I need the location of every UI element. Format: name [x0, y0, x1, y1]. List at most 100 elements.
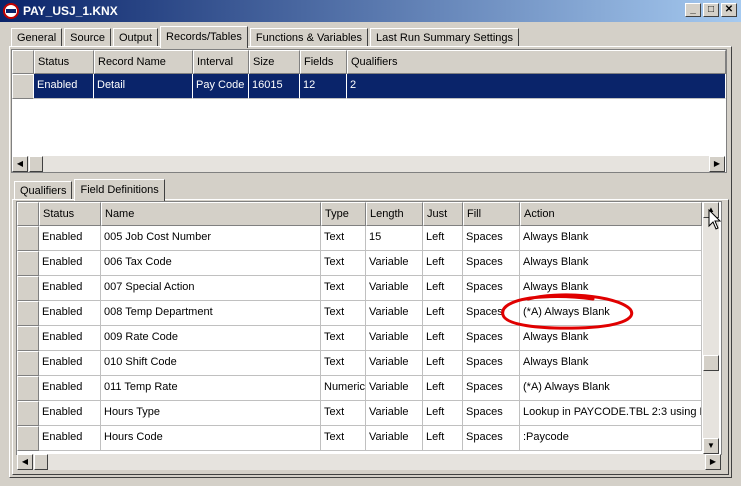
cell-status[interactable]: Enabled	[39, 276, 101, 301]
scroll-right-button[interactable]: ▶	[709, 156, 725, 172]
column-header[interactable]: Record Name	[94, 50, 193, 74]
tab-records-tables[interactable]: Records/Tables	[160, 26, 248, 48]
cell-qualifiers[interactable]: 2	[347, 74, 726, 99]
cell-just[interactable]: Left	[423, 326, 463, 351]
row-header[interactable]	[17, 251, 39, 276]
cell-name[interactable]: 010 Shift Code	[101, 351, 321, 376]
cell-action[interactable]: (*A) Always Blank	[520, 376, 702, 401]
cell-action[interactable]: Always Blank	[520, 251, 702, 276]
cell-fill[interactable]: Spaces	[463, 401, 520, 426]
cell-name[interactable]: 006 Tax Code	[101, 251, 321, 276]
scrollbar-thumb[interactable]	[29, 156, 43, 172]
column-header[interactable]: Action	[520, 202, 702, 226]
cell-size[interactable]: 16015	[249, 74, 300, 99]
row-header[interactable]	[17, 301, 39, 326]
cell-status[interactable]: Enabled	[39, 301, 101, 326]
tab-general[interactable]: General	[11, 28, 63, 47]
cell-status[interactable]: Enabled	[39, 376, 101, 401]
cell-status[interactable]: Enabled	[39, 226, 101, 251]
row-header[interactable]	[17, 426, 39, 451]
cell-name[interactable]: 011 Temp Rate	[101, 376, 321, 401]
cell-action[interactable]: Always Blank	[520, 351, 702, 376]
cell-status[interactable]: Enabled	[39, 351, 101, 376]
row-header[interactable]	[12, 74, 34, 99]
cell-fill[interactable]: Spaces	[463, 251, 520, 276]
column-header[interactable]: Type	[321, 202, 366, 226]
column-header[interactable]: Fill	[463, 202, 520, 226]
cell-fields[interactable]: 12	[300, 74, 347, 99]
fields-vertical-scrollbar[interactable]: ▲ ▼	[703, 202, 719, 454]
cell-interval[interactable]: Pay Code	[193, 74, 249, 99]
tab-output[interactable]: Output	[113, 28, 159, 47]
cell-type[interactable]: Text	[321, 401, 366, 426]
cell-length[interactable]: Variable	[366, 351, 423, 376]
cell-action[interactable]: Always Blank	[520, 226, 702, 251]
cell-name[interactable]: Hours Code	[101, 426, 321, 451]
minimize-button[interactable]: _	[685, 3, 701, 17]
cell-just[interactable]: Left	[423, 226, 463, 251]
cell-length[interactable]: Variable	[366, 251, 423, 276]
cell-just[interactable]: Left	[423, 276, 463, 301]
cell-status[interactable]: Enabled	[34, 74, 94, 99]
close-button[interactable]: ✕	[721, 3, 737, 17]
cell-type[interactable]: Numeric	[321, 376, 366, 401]
column-header[interactable]: Just	[423, 202, 463, 226]
cell-length[interactable]: Variable	[366, 376, 423, 401]
cell-just[interactable]: Left	[423, 251, 463, 276]
cell-action[interactable]: Lookup in PAYCODE.TBL 2:3 using P	[520, 401, 702, 426]
cell-fill[interactable]: Spaces	[463, 376, 520, 401]
cell-fill[interactable]: Spaces	[463, 226, 520, 251]
cell-just[interactable]: Left	[423, 426, 463, 451]
cell-record-name[interactable]: Detail	[94, 74, 193, 99]
scroll-down-button[interactable]: ▼	[703, 438, 719, 454]
records-horizontal-scrollbar[interactable]: ◀ ▶	[12, 156, 725, 172]
column-header[interactable]: Fields	[300, 50, 347, 74]
cell-just[interactable]: Left	[423, 301, 463, 326]
cell-just[interactable]: Left	[423, 351, 463, 376]
cell-type[interactable]: Text	[321, 351, 366, 376]
scroll-right-button[interactable]: ▶	[705, 454, 721, 470]
cell-type[interactable]: Text	[321, 276, 366, 301]
fields-horizontal-scrollbar[interactable]: ◀ ▶	[17, 454, 721, 470]
column-header[interactable]: Status	[39, 202, 101, 226]
tab-source[interactable]: Source	[64, 28, 111, 47]
cell-status[interactable]: Enabled	[39, 401, 101, 426]
column-header[interactable]: Size	[249, 50, 300, 74]
row-header[interactable]	[17, 276, 39, 301]
tab-functions-variables[interactable]: Functions & Variables	[249, 28, 369, 47]
column-header[interactable]: Length	[366, 202, 423, 226]
row-header[interactable]	[17, 226, 39, 251]
cell-status[interactable]: Enabled	[39, 251, 101, 276]
cell-just[interactable]: Left	[423, 401, 463, 426]
tab-qualifiers[interactable]: Qualifiers	[14, 181, 73, 200]
scrollbar-thumb[interactable]	[703, 355, 719, 371]
scroll-left-button[interactable]: ◀	[12, 156, 28, 172]
table-row[interactable]: Enabled 010 Shift Code Text Variable Left Spa…	[17, 351, 702, 376]
table-row[interactable]: Enabled 006 Tax Code Text Variable Left Space…	[17, 251, 702, 276]
table-row[interactable]: Enabled Hours Type Text Variable Left Spaces L…	[17, 401, 702, 426]
cell-action[interactable]: :Paycode	[520, 426, 702, 451]
row-header[interactable]	[17, 401, 39, 426]
cell-length[interactable]: Variable	[366, 401, 423, 426]
cell-fill[interactable]: Spaces	[463, 351, 520, 376]
cell-length[interactable]: 15	[366, 226, 423, 251]
table-row[interactable]: Enabled Detail Pay Code 16015 12 2	[12, 74, 726, 99]
cell-length[interactable]: Variable	[366, 301, 423, 326]
scroll-left-button[interactable]: ◀	[17, 454, 33, 470]
table-row[interactable]: Enabled Hours Code Text Variable Left Spaces:…	[17, 426, 702, 451]
cell-status[interactable]: Enabled	[39, 426, 101, 451]
cell-type[interactable]: Text	[321, 326, 366, 351]
cell-type[interactable]: Text	[321, 301, 366, 326]
cell-just[interactable]: Left	[423, 376, 463, 401]
cell-length[interactable]: Variable	[366, 326, 423, 351]
cell-length[interactable]: Variable	[366, 276, 423, 301]
column-header[interactable]: Interval	[193, 50, 249, 74]
cell-name[interactable]: 007 Special Action	[101, 276, 321, 301]
cell-status[interactable]: Enabled	[39, 326, 101, 351]
cell-name[interactable]: 008 Temp Department	[101, 301, 321, 326]
cell-type[interactable]: Text	[321, 426, 366, 451]
row-header[interactable]	[17, 326, 39, 351]
cell-fill[interactable]: Spaces	[463, 426, 520, 451]
cell-name[interactable]: Hours Type	[101, 401, 321, 426]
column-header[interactable]: Name	[101, 202, 321, 226]
